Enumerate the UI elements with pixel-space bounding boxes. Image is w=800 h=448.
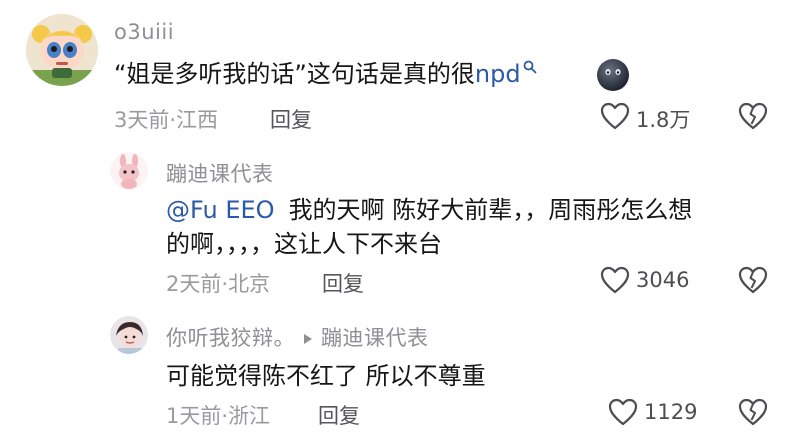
- search-keyword-link[interactable]: npd: [475, 60, 521, 88]
- reply-to-username[interactable]: 蹦迪课代表: [321, 326, 429, 350]
- reply-button[interactable]: 回复: [322, 268, 364, 298]
- avatar[interactable]: [110, 152, 148, 190]
- reply-text: 我的天啊 陈好大前辈，，周雨彤怎么想: [288, 196, 693, 224]
- dislike-heart-icon[interactable]: [738, 266, 768, 294]
- comment-text: “姐是多听我的话”这句话是真的很npd: [114, 56, 537, 92]
- user-mention-link[interactable]: @Fu EEO: [166, 196, 275, 224]
- comment-location: 江西: [176, 108, 219, 132]
- heart-icon[interactable]: [608, 398, 638, 426]
- reply-location: 北京: [228, 272, 271, 296]
- heart-icon[interactable]: [600, 266, 630, 294]
- reply-meta: 2天前·北京: [166, 268, 270, 298]
- avatar[interactable]: [26, 14, 98, 86]
- reply-meta: 1天前·浙江: [166, 400, 270, 430]
- dislike-heart-icon[interactable]: [738, 102, 768, 130]
- reply-button[interactable]: 回复: [270, 104, 312, 134]
- comment-time: 3天前: [114, 108, 170, 132]
- avatar[interactable]: [110, 316, 148, 354]
- comment-text-main: “姐是多听我的话”这句话是真的很: [114, 60, 475, 88]
- like-count: 3046: [636, 268, 690, 292]
- reply-text: 可能觉得陈不红了 所以不尊重: [166, 362, 486, 390]
- comment-meta: 3天前·江西: [114, 104, 218, 134]
- reply-time: 1天前: [166, 404, 222, 428]
- reply-time: 2天前: [166, 272, 222, 296]
- emoji-icon: [596, 58, 630, 92]
- reply-text-line2: 的啊，，，，这让人下不来台: [166, 230, 442, 258]
- reply-text-line1: @Fu EEO 我的天啊 陈好大前辈，，周雨彤怎么想: [166, 192, 692, 228]
- heart-icon[interactable]: [600, 102, 630, 130]
- reply-username[interactable]: 你听我狡辩。: [166, 326, 295, 350]
- reply-location: 浙江: [228, 404, 271, 428]
- like-count: 1.8万: [636, 108, 691, 132]
- reply-button[interactable]: 回复: [318, 400, 360, 430]
- search-icon[interactable]: [523, 60, 537, 74]
- comment-username[interactable]: o3uiii: [114, 20, 174, 44]
- reply-username[interactable]: 蹦迪课代表: [166, 158, 274, 188]
- like-count: 1129: [644, 400, 698, 424]
- play-arrow-icon: [303, 333, 313, 345]
- reply-header: 你听我狡辩。 蹦迪课代表: [166, 322, 429, 352]
- dislike-heart-icon[interactable]: [738, 398, 768, 426]
